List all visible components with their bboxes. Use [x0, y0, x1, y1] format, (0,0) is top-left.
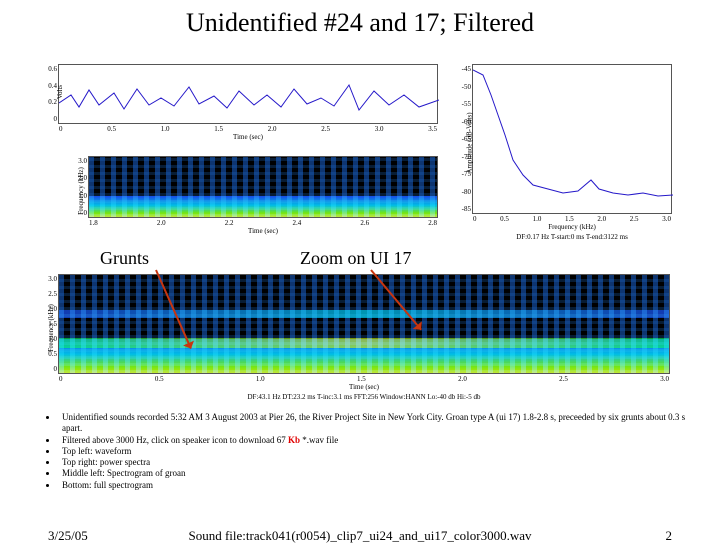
spectrogram-full-panel: Frequency (kHz) 3.02.52.01.51.00.50 00.5…: [58, 274, 670, 374]
spg2-info: DF:43.1 Hz DT:23.2 ms T-inc:3.1 ms FFT:2…: [247, 393, 480, 401]
bullet-item: Top right: power spectra: [58, 457, 704, 468]
footer-filename: Sound file:track041(r0054)_clip7_ui24_an…: [189, 528, 532, 544]
spectrum-info: DF:0.17 Hz T-start:0 ms T-end:3122 ms: [516, 233, 628, 241]
waveform-xticks: 00.51.01.52.02.53.03.5: [59, 125, 437, 133]
spectrum-xticks: 00.51.01.52.02.53.0: [473, 215, 671, 223]
spg2-xticks: 00.51.01.52.02.53.0: [59, 375, 669, 383]
annotation-grunts: Grunts: [100, 248, 149, 269]
bullet-item: Filtered above 3000 Hz, click on speaker…: [58, 435, 704, 446]
bullet-item: Bottom: full spectrogram: [58, 480, 704, 491]
footer-page-number: 2: [666, 528, 673, 544]
bullet-item: Unidentified sounds recorded 5:32 AM 3 A…: [58, 412, 704, 435]
waveform-yticks: 0.60.40.20: [41, 65, 57, 123]
bullet-item: Middle left: Spectrogram of groan: [58, 468, 704, 479]
spectrogram-zoom-panel: Frequency (kHz) 3.02.01.00 1.82.02.22.42…: [88, 156, 438, 218]
waveform-panel: Volts 0.60.40.20 00.51.01.52.02.53.03.5 …: [58, 64, 438, 124]
bullet-list: Unidentified sounds recorded 5:32 AM 3 A…: [24, 412, 704, 491]
spg1-yticks: 3.02.01.00: [71, 157, 87, 217]
waveform-xlabel: Time (sec): [233, 133, 263, 141]
bullet-item: Top left: waveform: [58, 446, 704, 457]
spg1-xlabel: Time (sec): [248, 227, 278, 235]
page-title: Unidentified #24 and 17; Filtered: [0, 0, 720, 38]
power-spectrum-panel: Amplitude (dB-Volts) -45-50-55-60-65-70-…: [472, 64, 672, 214]
footer-date: 3/25/05: [48, 528, 88, 544]
spg2-yticks: 3.02.52.01.51.00.50: [41, 275, 57, 373]
waveform-ylabel: Volts: [56, 85, 64, 99]
spectrum-xlabel: Frequency (kHz): [548, 223, 596, 231]
spg1-xticks: 1.82.02.22.42.62.8: [89, 219, 437, 227]
kb-highlight: Kb: [288, 435, 300, 445]
spg2-xlabel: Time (sec): [349, 383, 379, 391]
spectrum-yticks: -45-50-55-60-65-70-75-80-85: [453, 65, 471, 213]
figure-area: Volts 0.60.40.20 00.51.01.52.02.53.03.5 …: [30, 58, 690, 403]
annotation-zoom-ui17: Zoom on UI 17: [300, 248, 412, 269]
